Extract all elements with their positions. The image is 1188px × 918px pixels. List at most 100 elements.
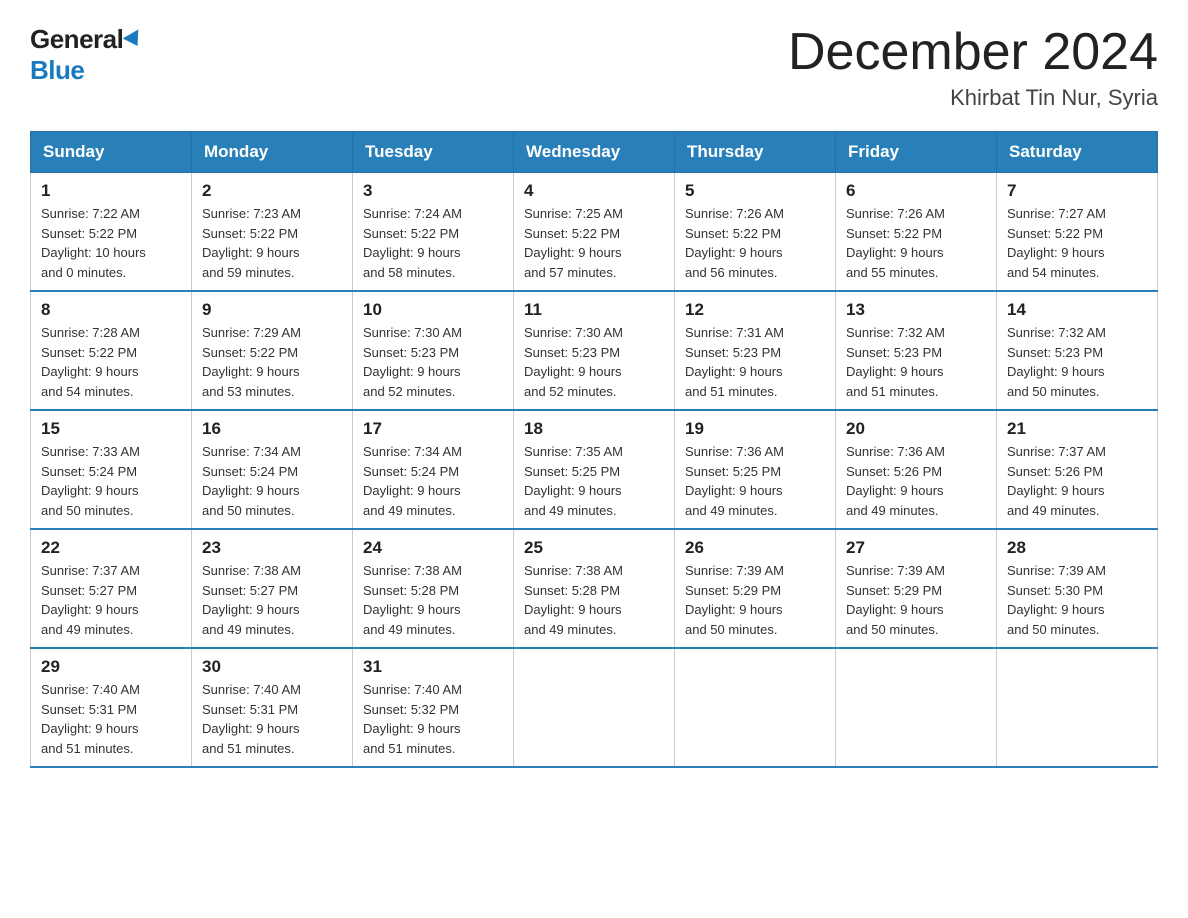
day-number: 17 — [363, 419, 503, 439]
day-number: 24 — [363, 538, 503, 558]
day-number: 6 — [846, 181, 986, 201]
day-info: Sunrise: 7:22 AMSunset: 5:22 PMDaylight:… — [41, 204, 181, 282]
day-info: Sunrise: 7:39 AMSunset: 5:29 PMDaylight:… — [685, 561, 825, 639]
day-info: Sunrise: 7:38 AMSunset: 5:28 PMDaylight:… — [363, 561, 503, 639]
calendar-day-cell: 6 Sunrise: 7:26 AMSunset: 5:22 PMDayligh… — [836, 173, 997, 292]
day-number: 2 — [202, 181, 342, 201]
calendar-day-cell: 30 Sunrise: 7:40 AMSunset: 5:31 PMDaylig… — [192, 648, 353, 767]
calendar-day-cell: 31 Sunrise: 7:40 AMSunset: 5:32 PMDaylig… — [353, 648, 514, 767]
calendar-day-cell: 29 Sunrise: 7:40 AMSunset: 5:31 PMDaylig… — [31, 648, 192, 767]
day-info: Sunrise: 7:33 AMSunset: 5:24 PMDaylight:… — [41, 442, 181, 520]
calendar-subtitle: Khirbat Tin Nur, Syria — [788, 85, 1158, 111]
day-info: Sunrise: 7:25 AMSunset: 5:22 PMDaylight:… — [524, 204, 664, 282]
calendar-title-block: December 2024 Khirbat Tin Nur, Syria — [788, 24, 1158, 111]
calendar-day-cell: 11 Sunrise: 7:30 AMSunset: 5:23 PMDaylig… — [514, 291, 675, 410]
day-info: Sunrise: 7:37 AMSunset: 5:26 PMDaylight:… — [1007, 442, 1147, 520]
day-number: 4 — [524, 181, 664, 201]
calendar-day-cell — [514, 648, 675, 767]
calendar-week-row: 1 Sunrise: 7:22 AMSunset: 5:22 PMDayligh… — [31, 173, 1158, 292]
calendar-day-cell: 7 Sunrise: 7:27 AMSunset: 5:22 PMDayligh… — [997, 173, 1158, 292]
calendar-day-header: Tuesday — [353, 132, 514, 173]
day-info: Sunrise: 7:26 AMSunset: 5:22 PMDaylight:… — [685, 204, 825, 282]
day-number: 10 — [363, 300, 503, 320]
calendar-day-cell: 14 Sunrise: 7:32 AMSunset: 5:23 PMDaylig… — [997, 291, 1158, 410]
calendar-day-cell: 8 Sunrise: 7:28 AMSunset: 5:22 PMDayligh… — [31, 291, 192, 410]
day-info: Sunrise: 7:36 AMSunset: 5:26 PMDaylight:… — [846, 442, 986, 520]
page-header: General Blue December 2024 Khirbat Tin N… — [30, 24, 1158, 111]
calendar-day-cell: 19 Sunrise: 7:36 AMSunset: 5:25 PMDaylig… — [675, 410, 836, 529]
calendar-day-cell: 10 Sunrise: 7:30 AMSunset: 5:23 PMDaylig… — [353, 291, 514, 410]
day-number: 13 — [846, 300, 986, 320]
day-number: 1 — [41, 181, 181, 201]
day-info: Sunrise: 7:27 AMSunset: 5:22 PMDaylight:… — [1007, 204, 1147, 282]
day-number: 22 — [41, 538, 181, 558]
calendar-day-cell — [836, 648, 997, 767]
calendar-day-header: Sunday — [31, 132, 192, 173]
calendar-week-row: 8 Sunrise: 7:28 AMSunset: 5:22 PMDayligh… — [31, 291, 1158, 410]
day-number: 9 — [202, 300, 342, 320]
day-info: Sunrise: 7:38 AMSunset: 5:28 PMDaylight:… — [524, 561, 664, 639]
day-number: 14 — [1007, 300, 1147, 320]
logo-general-text: General — [30, 24, 123, 55]
calendar-day-cell — [997, 648, 1158, 767]
day-number: 19 — [685, 419, 825, 439]
calendar-day-header: Friday — [836, 132, 997, 173]
calendar-day-cell: 21 Sunrise: 7:37 AMSunset: 5:26 PMDaylig… — [997, 410, 1158, 529]
day-number: 30 — [202, 657, 342, 677]
day-info: Sunrise: 7:38 AMSunset: 5:27 PMDaylight:… — [202, 561, 342, 639]
calendar-day-header: Wednesday — [514, 132, 675, 173]
calendar-day-cell: 27 Sunrise: 7:39 AMSunset: 5:29 PMDaylig… — [836, 529, 997, 648]
calendar-day-cell: 2 Sunrise: 7:23 AMSunset: 5:22 PMDayligh… — [192, 173, 353, 292]
day-number: 27 — [846, 538, 986, 558]
day-number: 26 — [685, 538, 825, 558]
day-number: 29 — [41, 657, 181, 677]
day-number: 3 — [363, 181, 503, 201]
calendar-day-cell: 12 Sunrise: 7:31 AMSunset: 5:23 PMDaylig… — [675, 291, 836, 410]
calendar-week-row: 15 Sunrise: 7:33 AMSunset: 5:24 PMDaylig… — [31, 410, 1158, 529]
day-number: 25 — [524, 538, 664, 558]
calendar-day-cell: 15 Sunrise: 7:33 AMSunset: 5:24 PMDaylig… — [31, 410, 192, 529]
day-info: Sunrise: 7:36 AMSunset: 5:25 PMDaylight:… — [685, 442, 825, 520]
day-info: Sunrise: 7:40 AMSunset: 5:31 PMDaylight:… — [41, 680, 181, 758]
calendar-day-cell: 26 Sunrise: 7:39 AMSunset: 5:29 PMDaylig… — [675, 529, 836, 648]
day-number: 5 — [685, 181, 825, 201]
calendar-day-header: Saturday — [997, 132, 1158, 173]
day-number: 7 — [1007, 181, 1147, 201]
day-info: Sunrise: 7:37 AMSunset: 5:27 PMDaylight:… — [41, 561, 181, 639]
calendar-day-header: Monday — [192, 132, 353, 173]
day-number: 11 — [524, 300, 664, 320]
day-info: Sunrise: 7:34 AMSunset: 5:24 PMDaylight:… — [363, 442, 503, 520]
calendar-day-cell: 1 Sunrise: 7:22 AMSunset: 5:22 PMDayligh… — [31, 173, 192, 292]
day-info: Sunrise: 7:30 AMSunset: 5:23 PMDaylight:… — [363, 323, 503, 401]
logo-triangle-icon — [123, 29, 146, 50]
day-info: Sunrise: 7:40 AMSunset: 5:31 PMDaylight:… — [202, 680, 342, 758]
calendar-day-cell: 17 Sunrise: 7:34 AMSunset: 5:24 PMDaylig… — [353, 410, 514, 529]
day-info: Sunrise: 7:35 AMSunset: 5:25 PMDaylight:… — [524, 442, 664, 520]
calendar-day-cell: 22 Sunrise: 7:37 AMSunset: 5:27 PMDaylig… — [31, 529, 192, 648]
calendar-week-row: 22 Sunrise: 7:37 AMSunset: 5:27 PMDaylig… — [31, 529, 1158, 648]
day-number: 16 — [202, 419, 342, 439]
day-info: Sunrise: 7:32 AMSunset: 5:23 PMDaylight:… — [1007, 323, 1147, 401]
calendar-header-row: SundayMondayTuesdayWednesdayThursdayFrid… — [31, 132, 1158, 173]
day-info: Sunrise: 7:24 AMSunset: 5:22 PMDaylight:… — [363, 204, 503, 282]
day-number: 31 — [363, 657, 503, 677]
calendar-title: December 2024 — [788, 24, 1158, 81]
logo-blue-text: Blue — [30, 55, 84, 85]
day-number: 20 — [846, 419, 986, 439]
day-info: Sunrise: 7:23 AMSunset: 5:22 PMDaylight:… — [202, 204, 342, 282]
day-info: Sunrise: 7:31 AMSunset: 5:23 PMDaylight:… — [685, 323, 825, 401]
day-info: Sunrise: 7:26 AMSunset: 5:22 PMDaylight:… — [846, 204, 986, 282]
day-info: Sunrise: 7:34 AMSunset: 5:24 PMDaylight:… — [202, 442, 342, 520]
day-number: 15 — [41, 419, 181, 439]
logo: General Blue — [30, 24, 143, 86]
day-number: 21 — [1007, 419, 1147, 439]
day-info: Sunrise: 7:39 AMSunset: 5:29 PMDaylight:… — [846, 561, 986, 639]
day-number: 23 — [202, 538, 342, 558]
day-number: 8 — [41, 300, 181, 320]
calendar-day-cell: 4 Sunrise: 7:25 AMSunset: 5:22 PMDayligh… — [514, 173, 675, 292]
calendar-day-cell: 28 Sunrise: 7:39 AMSunset: 5:30 PMDaylig… — [997, 529, 1158, 648]
calendar-table: SundayMondayTuesdayWednesdayThursdayFrid… — [30, 131, 1158, 768]
day-number: 28 — [1007, 538, 1147, 558]
calendar-day-cell — [675, 648, 836, 767]
calendar-day-cell: 24 Sunrise: 7:38 AMSunset: 5:28 PMDaylig… — [353, 529, 514, 648]
